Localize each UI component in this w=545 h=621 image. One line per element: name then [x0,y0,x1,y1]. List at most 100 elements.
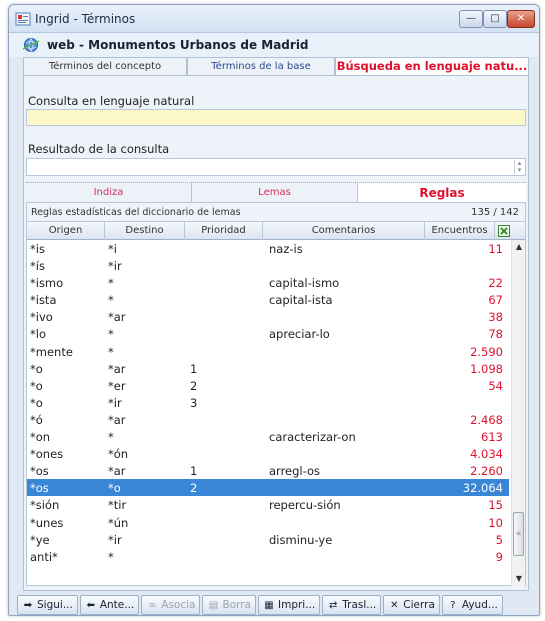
column-headers: Origen Destino Prioridad Comentarios Enc… [27,221,525,240]
impri-button[interactable]: ▦ Impri... [258,595,321,615]
cell-destino: * [108,430,114,445]
minimize-button[interactable]: — [459,10,483,28]
trasl-button[interactable]: ⇄ Trasl... [322,595,382,615]
cell-comentarios: naz-is [269,242,303,256]
app-header: web - Monumentos Urbanos de Madrid [9,33,539,57]
toolbar-label: Trasl... [342,599,377,611]
cell-destino: *o [108,481,121,496]
table-row[interactable]: *mente * 2.590 [27,343,509,360]
cell-encuentros: 15 [488,498,503,513]
tab-busqueda-lenguaje-natural[interactable]: Búsqueda en lenguaje natu... [335,57,529,75]
table-header-bar: Reglas estadísticas del diccionario de l… [27,203,525,221]
table-row[interactable]: *ís *ir [27,257,509,274]
cell-prioridad: 2 [190,378,198,393]
app-window: Ingrid - Términos — □ ✕ web - Monumentos… [8,4,540,616]
table-row[interactable]: *on * caracterizar-on 613 [27,428,509,445]
table-row[interactable]: *is *i naz-is 11 [27,240,509,257]
toolbar-label: Ayud... [461,599,498,611]
cell-encuentros: 54 [488,378,503,393]
cell-prioridad: 1 [190,361,198,376]
ayud-button[interactable]: ? Ayud... [441,595,503,615]
cell-encuentros: 1.098 [470,361,503,376]
result-field[interactable]: ▴ ▾ [26,158,526,176]
cell-comentarios: capital-ista [269,293,333,308]
cell-encuentros: 2.468 [470,412,503,427]
table-row[interactable]: anti* * 9 [27,548,509,565]
excel-export-button[interactable] [495,222,513,240]
table-row[interactable]: *ye *ir disminu-ye 5 [27,531,509,548]
borra-button[interactable]: ▤ Borra [202,595,256,615]
database-title: web - Monumentos Urbanos de Madrid [47,38,309,52]
ante-button[interactable]: ⬅ Ante... [79,595,140,615]
excel-icon [498,225,510,237]
table-row[interactable]: *lo * apreciar-lo 78 [27,325,509,342]
sub-tabs: Indiza Lemas Reglas [26,182,526,203]
arrow-right-icon: ➡ [23,600,33,611]
cell-origen: *lo [30,327,46,342]
cell-encuentros: 22 [488,276,503,291]
scroll-down-icon[interactable]: ▼ [512,572,526,586]
cell-destino: *er [108,378,126,393]
cell-encuentros: 5 [495,532,503,547]
cell-origen: *o [30,361,43,376]
table-row[interactable]: *ones *ón 4.034 [27,445,509,462]
scroll-up-icon[interactable]: ▲ [512,240,526,254]
cell-origen: *os [30,481,49,496]
query-input[interactable] [26,109,526,126]
result-label: Resultado de la consulta [28,142,170,156]
toolbar-label: Asocia [161,599,196,611]
column-encuentros[interactable]: Encuentros [425,222,495,240]
cell-destino: *ar [108,310,126,325]
cell-origen: *ye [30,532,50,547]
title-bar[interactable]: Ingrid - Términos — □ ✕ [9,5,539,33]
close-window-button[interactable]: ✕ [507,10,535,28]
tab-terminos-concepto[interactable]: Términos del concepto [23,57,187,75]
tab-indiza[interactable]: Indiza [26,183,192,203]
tab-terminos-base[interactable]: Términos de la base [187,57,335,75]
table-row[interactable]: *ismo * capital-ismo 22 [27,274,509,291]
table-row[interactable]: *unes *ún 10 [27,514,509,531]
cell-encuentros: 11 [488,242,503,256]
cell-origen: *o [30,395,43,410]
sigui-button[interactable]: ➡ Sigui... [17,595,78,615]
toolbar-label: Cierra [403,599,435,611]
cell-encuentros: 78 [488,327,503,342]
cell-destino: * [108,327,114,342]
column-prioridad[interactable]: Prioridad [185,222,263,240]
arrow-left-icon: ⬅ [86,600,96,611]
search-panel: Consulta en lenguaje natural Resultado d… [23,75,529,591]
table-row[interactable]: *ista * capital-ista 67 [27,291,509,308]
table-row[interactable]: *o *ar 1 1.098 [27,360,509,377]
table-row[interactable]: *o *ir 3 [27,394,509,411]
table-row[interactable]: *os *o 2 32.064 [27,479,509,497]
table-scrollbar[interactable]: ▲ ≡ ▼ [511,240,525,586]
cierra-button[interactable]: ✕ Cierra [383,595,440,615]
cell-encuentros: 10 [488,515,503,530]
column-origen[interactable]: Origen [27,222,105,240]
table-row[interactable]: *o *er 2 54 [27,377,509,394]
column-comentarios[interactable]: Comentarios [263,222,425,240]
cell-destino: * [108,344,114,359]
table-row[interactable]: *ó *ar 2.468 [27,411,509,428]
tab-reglas[interactable]: Reglas [358,183,526,203]
column-destino[interactable]: Destino [105,222,185,240]
cell-comentarios: repercu-sión [269,498,341,513]
cell-origen: *sión [30,498,60,513]
cell-prioridad: 2 [190,481,198,496]
result-spin-icon[interactable]: ▴ ▾ [514,160,524,174]
scroll-thumb[interactable]: ≡ [513,512,524,556]
table-row[interactable]: *sión *tir repercu-sión 15 [27,496,509,513]
cell-encuentros: 67 [488,293,503,308]
asocia-button[interactable]: ∞ Asocia [141,595,201,615]
cell-origen: *ismo [30,276,64,291]
window-title: Ingrid - Términos [35,12,136,26]
globe-icon [23,38,39,52]
delete-icon: ▤ [208,600,219,611]
table-row[interactable]: *ivo *ar 38 [27,308,509,325]
cell-destino: * [108,276,114,291]
table-row[interactable]: *os *ar 1 arregl-os 2.260 [27,462,509,479]
tab-lemas[interactable]: Lemas [192,183,358,203]
maximize-button[interactable]: □ [483,10,507,28]
toolbar-label: Ante... [99,599,135,611]
cell-comentarios: apreciar-lo [269,327,330,342]
